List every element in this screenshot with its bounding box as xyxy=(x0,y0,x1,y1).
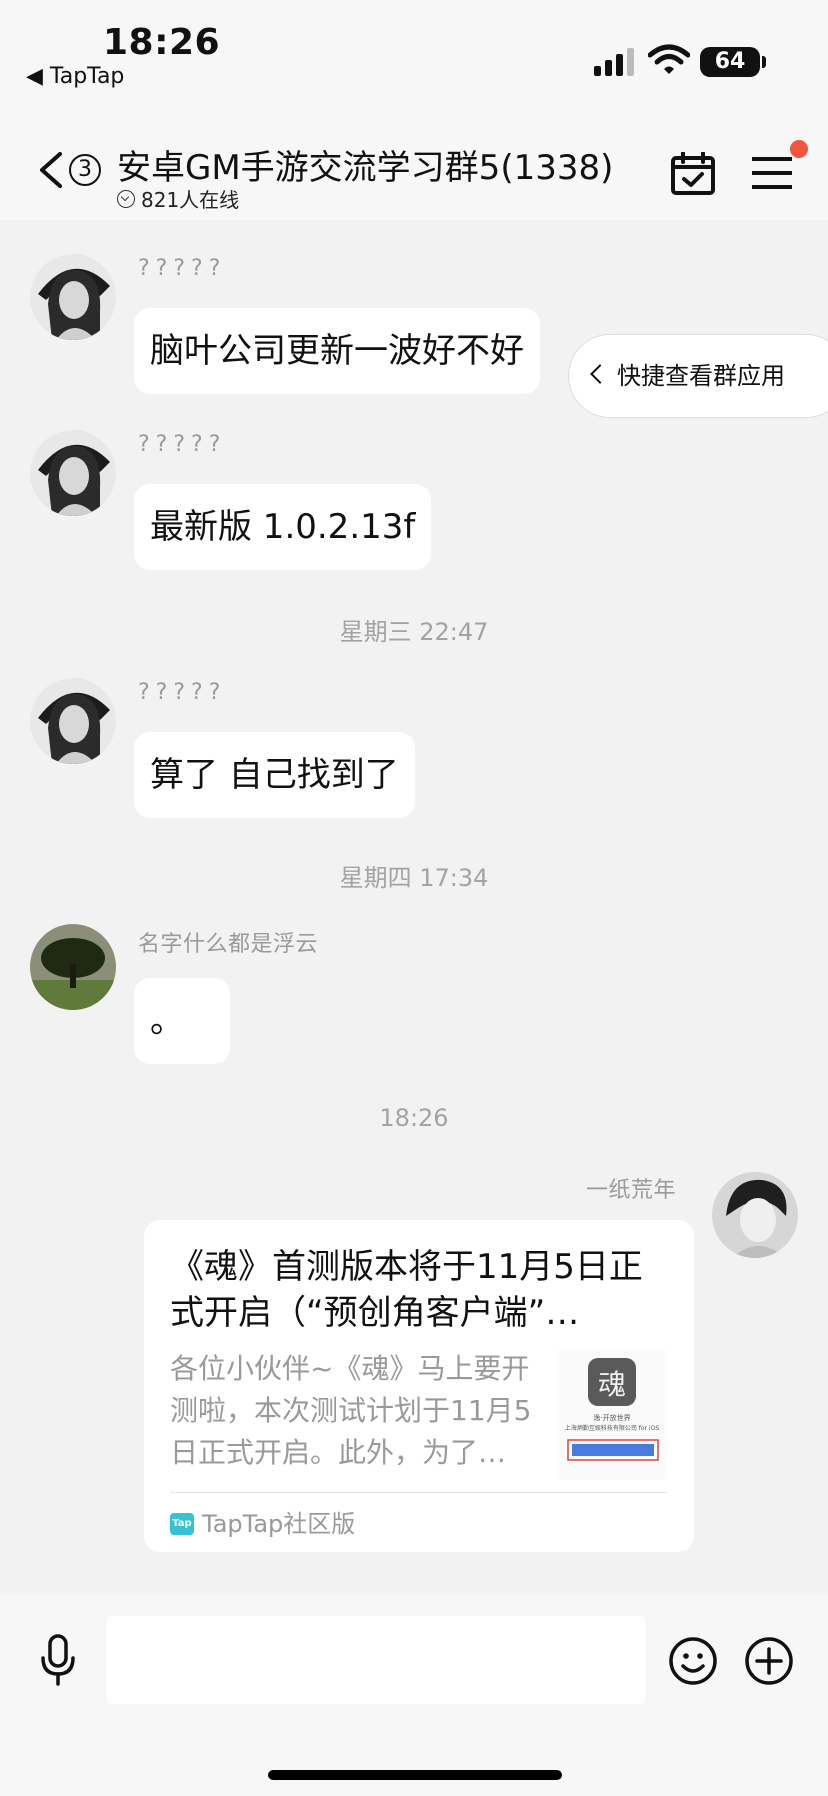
group-title[interactable]: 安卓GM手游交流学习群5(1338) xyxy=(117,140,613,189)
add-icon[interactable] xyxy=(744,1636,794,1686)
shared-link-card[interactable]: 《魂》首测版本将于11月5日正式开启（“预创角客户端”… 各位小伙伴~《魂》马上… xyxy=(144,1220,694,1552)
avatar[interactable] xyxy=(712,1172,798,1258)
avatar-sketch-man-image xyxy=(712,1172,798,1258)
calendar-check-icon[interactable] xyxy=(670,152,716,196)
avatar-pirate-girl-image xyxy=(30,430,116,516)
time-divider: 星期四 17:34 xyxy=(339,864,489,892)
avatar[interactable] xyxy=(30,924,116,1010)
avatar[interactable] xyxy=(30,678,116,764)
back-to-app-link[interactable]: ◀ TapTap xyxy=(26,64,124,89)
svg-text:魂: 魂 xyxy=(598,1368,626,1401)
time-divider: 星期三 22:47 xyxy=(339,618,489,646)
card-description: 各位小伙伴~《魂》马上要开测啦，本次测试计划于11月5日正式开启。此外，为了… xyxy=(170,1352,532,1469)
message-bubble[interactable]: 脑叶公司更新一波好不好 xyxy=(134,308,540,394)
notification-dot xyxy=(790,140,808,158)
avatar-pirate-girl-image xyxy=(30,678,116,764)
home-indicator xyxy=(268,1770,562,1780)
message-input-bar xyxy=(0,1594,828,1796)
sender-name: ????? xyxy=(138,680,227,705)
taptap-logo-icon: Tap xyxy=(170,1513,194,1535)
sender-name: 一纸荒年 xyxy=(586,1178,677,1203)
status-bar: 18:26 ◀ TapTap 64 xyxy=(0,0,828,110)
avatar[interactable] xyxy=(30,254,116,340)
status-time: 18:26 xyxy=(103,22,221,63)
emoji-icon[interactable] xyxy=(668,1636,718,1686)
online-count[interactable]: 821人在线 xyxy=(117,184,239,213)
sender-name: ????? xyxy=(138,432,227,457)
chat-header: 3 安卓GM手游交流学习群5(1338) 821人在线 xyxy=(0,110,828,220)
card-thumbnail-image: 魂 逸·开放世界 上海炳勤互娱科技有限公司 for iOS xyxy=(565,1358,659,1461)
thumb-caption: 逸·开放世界 xyxy=(593,1413,630,1422)
cellular-signal-icon xyxy=(594,48,634,76)
avatar-tree-image xyxy=(30,924,116,1010)
svg-text:上海炳勤互娱科技有限公司 for iOS: 上海炳勤互娱科技有限公司 for iOS xyxy=(565,1424,659,1432)
menu-icon[interactable] xyxy=(752,156,792,190)
online-count-label: 821人在线 xyxy=(141,188,240,212)
avatar[interactable] xyxy=(30,430,116,516)
unread-count-badge[interactable]: 3 xyxy=(69,154,101,186)
message-bubble[interactable]: 算了 自己找到了 xyxy=(134,732,415,818)
sender-name: ????? xyxy=(138,256,227,281)
card-title: 《魂》首测版本将于11月5日正式开启（“预创角客户端”… xyxy=(170,1247,643,1333)
sender-name: 名字什么都是浮云 xyxy=(138,932,319,957)
quick-view-group-apps-label: 快捷查看群应用 xyxy=(617,362,785,390)
message-bubble[interactable]: 。 xyxy=(134,978,230,1064)
chevron-down-circle-icon xyxy=(117,189,135,208)
message-bubble[interactable]: 最新版 1.0.2.13f xyxy=(134,484,432,570)
microphone-icon[interactable] xyxy=(40,1634,76,1686)
card-divider xyxy=(170,1492,668,1493)
time-divider: 18:26 xyxy=(379,1104,449,1132)
card-source: Tap TapTap社区版 xyxy=(170,1506,355,1542)
avatar-pirate-girl-image xyxy=(30,254,116,340)
back-chevron-icon[interactable] xyxy=(36,150,66,190)
card-source-label: TapTap社区版 xyxy=(202,1510,356,1538)
message-input[interactable] xyxy=(106,1616,646,1704)
chevron-left-icon xyxy=(590,364,610,384)
battery-tip xyxy=(762,56,766,68)
wifi-icon xyxy=(648,44,690,74)
quick-view-group-apps-button[interactable]: 快捷查看群应用 xyxy=(568,334,828,418)
battery-level: 64 xyxy=(700,47,760,77)
card-thumbnail: 魂 逸·开放世界 上海炳勤互娱科技有限公司 for iOS xyxy=(558,1350,666,1480)
